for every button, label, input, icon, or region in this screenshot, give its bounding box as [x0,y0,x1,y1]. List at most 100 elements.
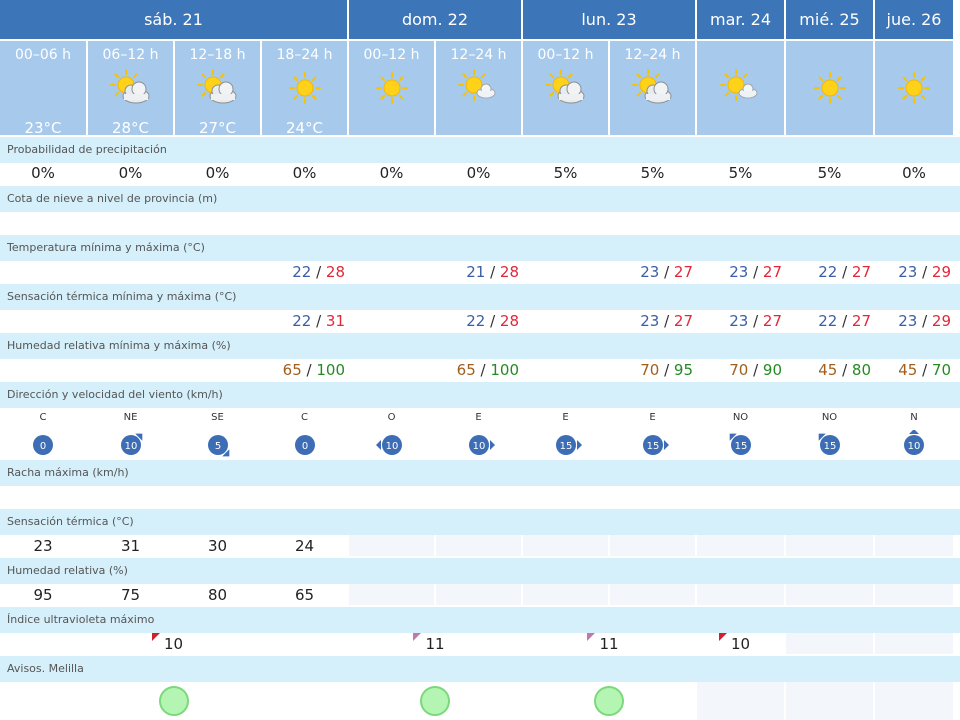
wind-indicator: 15 [636,430,670,460]
period-header: 18–24 h 24°C [262,41,347,137]
sun-small-cloud-icon [719,69,757,101]
precip-cell: 5% [523,163,608,184]
warning-cell[interactable] [0,682,347,720]
hum-value: 65 / 100 [0,361,347,379]
weather-icon-holder [21,69,65,109]
row-label-snow: Cota de nieve a nivel de provincia (m) [0,186,960,212]
period-header [875,41,953,135]
uv-cell [875,633,953,654]
moon-icon [36,75,55,101]
hum-period-cell: 65 [262,584,347,605]
hum-period-cell [523,584,608,605]
snow-cell [875,212,953,233]
weather-icon-holder [109,69,153,109]
hum-cell: 65 / 100 [349,359,521,380]
wind-indicator: 15 [549,430,583,460]
separator: / [748,312,763,330]
day-header[interactable]: dom. 22 [349,0,521,39]
warning-cell[interactable] [349,682,521,720]
feels-period-cell: 24 [262,535,347,556]
temp-max: 27 [851,263,871,281]
separator: / [659,263,674,281]
feels-period-cell [436,535,521,556]
uv-level-icon [151,633,160,641]
hum-max: 100 [316,361,345,379]
wind-cell: NO 15 [786,408,873,458]
wind-speed: 15 [559,441,572,452]
uv-value: 10 [697,633,784,653]
gust-cell [349,486,434,507]
day-header[interactable]: mar. 24 [697,0,784,39]
precip-cell: 0% [175,163,260,184]
separator: / [475,361,491,379]
precip-value: 0% [379,164,404,182]
precip-value: 0% [205,164,230,182]
sun-cloud-icon [631,69,671,104]
uv-badge: 11 [587,633,619,653]
wind-cell: C0 [262,408,347,458]
hum-period-cell [875,584,953,605]
day-header[interactable]: sáb. 21 [0,0,347,39]
day-header[interactable]: lun. 23 [523,0,695,39]
period-header: 00–12 h [349,41,434,135]
day-header[interactable]: jue. 26 [875,0,953,39]
separator: / [659,312,674,330]
hum-value: 70 / 95 [523,361,695,379]
uv-cell: 11 [349,633,521,654]
feels-value: 22 / 31 [0,312,347,330]
wind-arrow-icon: 5 [207,435,229,457]
row-label-hum: Humedad relativa mínima y máxima (%) [0,333,960,359]
feels-value: 23 / 27 [523,312,695,330]
hum-cell: 70 / 95 [523,359,695,380]
precip-value: 5% [553,164,578,182]
uv-badge: 10 [151,633,183,653]
temp-cell: 22 / 27 [786,261,873,282]
gust-cell [88,486,173,507]
warning-cell[interactable] [523,682,695,720]
temp-min: 23 [729,263,749,281]
gust-cell [523,486,608,507]
hum-period-value: 75 [120,586,141,604]
uv-cell [786,633,873,654]
warning-level-icon[interactable] [158,686,189,716]
warning-level-icon[interactable] [420,686,450,716]
warning-level-icon[interactable] [594,686,624,716]
hum-period-cell: 95 [0,584,86,605]
temp-cell: 23 / 29 [875,261,953,282]
temp-max: 28 [325,263,345,281]
wind-cell: E 10 [436,408,521,458]
feels-cell: 23 / 27 [523,310,695,331]
wind-cell: E 15 [610,408,695,458]
period-label: 12–24 h [624,47,681,63]
snow-cell [436,212,521,233]
temp-min: 23 [640,263,660,281]
gust-cell [697,486,784,507]
uv-value: 10 [0,633,347,653]
feels-period-value: 31 [120,537,141,555]
wind-arrow-icon: 10 [375,435,402,455]
precip-cell: 0% [875,163,953,184]
precip-cell: 5% [786,163,873,184]
feels-min: 23 [640,312,660,330]
feels-min: 22 [466,312,486,330]
hum-period-cell: 80 [175,584,260,605]
period-label: 00–06 h [15,47,71,63]
feels-max: 27 [762,312,782,330]
hum-max: 100 [490,361,519,379]
precip-cell: 0% [88,163,173,184]
period-label: 12–24 h [450,47,507,63]
feels-min: 22 [292,312,312,330]
hum-period-cell [349,584,434,605]
sun-cloud-icon [196,69,236,104]
feels-period-cell: 23 [0,535,86,556]
feels-cell: 23 / 27 [697,310,784,331]
sun-cloud-icon [544,69,584,104]
precip-cell: 0% [436,163,521,184]
day-header[interactable]: mié. 25 [786,0,873,39]
wind-arrow-icon: 0 [294,435,315,455]
separator: / [917,312,932,330]
period-header: 00–06 h 23°C [0,41,86,137]
temp-cell: 22 / 28 [0,261,347,282]
warning-cell [697,682,784,720]
gust-cell [262,486,347,507]
